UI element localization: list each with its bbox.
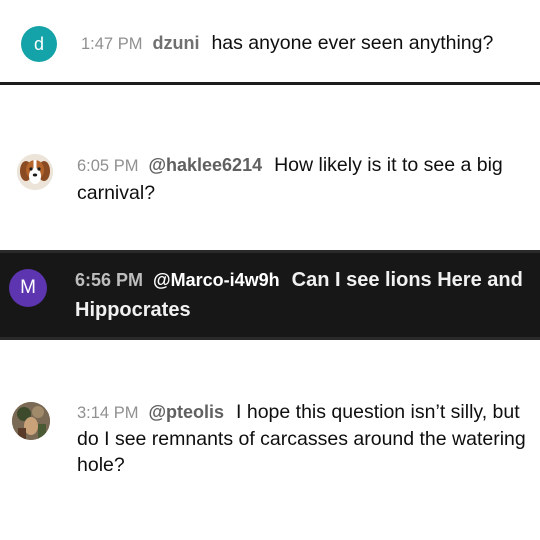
author-name[interactable]: @Marco-i4w9h [153,270,280,290]
message-timestamp: 1:47 PM [81,35,143,53]
message-body: 1:47 PM dzuni has anyone ever seen anythin… [81,30,493,58]
highlighted-chat-message: M 6:56 PM @Marco-i4w9h Can I see lions Her… [0,250,540,340]
message-body: 3:14 PM @pteolis I hope this question isn’… [77,399,537,478]
message-timestamp: 6:05 PM [77,157,139,175]
message-timestamp: 6:56 PM [75,270,144,290]
author-name[interactable]: dzuni [152,33,199,53]
avatar-letter: M [20,277,36,298]
message-timestamp: 3:14 PM [77,404,139,422]
message-text: How likely is it to see a big carnival? [77,154,503,204]
message-text: has anyone ever seen anything? [211,32,494,54]
divider [0,82,540,85]
avatar[interactable]: M [9,269,47,307]
dog-avatar-icon[interactable] [17,154,53,190]
message-text: I hope this question isn’t silly, but do… [77,401,526,476]
avatar[interactable]: d [21,26,57,62]
photo-avatar-icon[interactable] [12,402,50,440]
message-body: 6:05 PM @haklee6214 How likely is it to se… [77,152,522,207]
author-name[interactable]: @pteolis [148,402,224,422]
avatar-letter: d [33,33,44,54]
message-body: 6:56 PM @Marco-i4w9h Can I see lions Here … [75,265,525,325]
chat-message: d 1:47 PM dzuni has anyone ever seen anyth… [0,0,540,86]
author-name[interactable]: @haklee6214 [148,155,262,175]
